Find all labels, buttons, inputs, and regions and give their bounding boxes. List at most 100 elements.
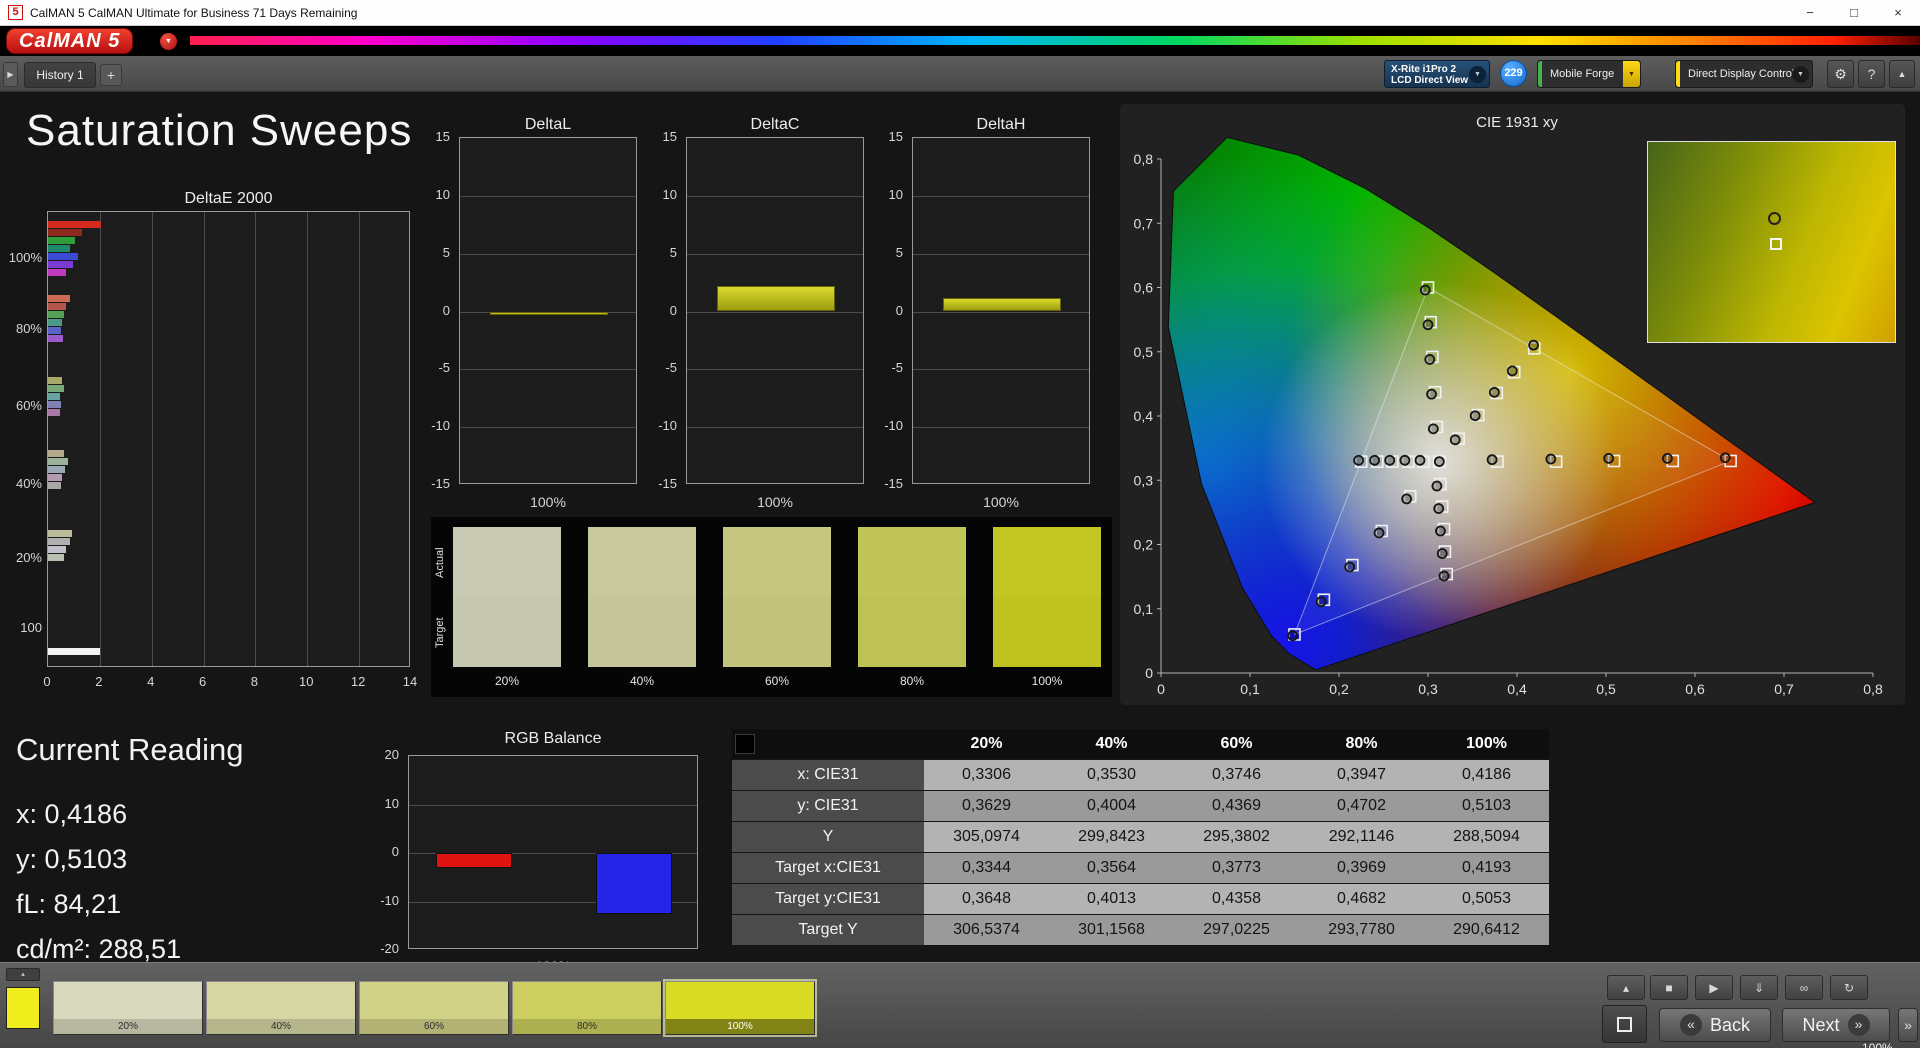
row-label: Target x:CIE31 <box>732 853 924 883</box>
delta-e-bar <box>48 538 71 545</box>
gridline <box>913 311 1089 313</box>
y-tick-label: 15 <box>435 129 450 144</box>
gridline <box>460 253 636 255</box>
table-value: 295,3802 <box>1174 822 1299 852</box>
source-selector[interactable]: Mobile Forge ▼ <box>1537 60 1641 88</box>
gridline <box>687 253 863 255</box>
patch-button-80%[interactable]: 80% <box>512 981 662 1035</box>
chevron-down-icon[interactable]: ▼ <box>1469 66 1486 83</box>
chevron-down-icon[interactable]: ▼ <box>1623 61 1640 87</box>
saturation-swatch <box>723 527 831 667</box>
swatch-label: 40% <box>629 674 655 688</box>
collapse-icon[interactable]: ▲ <box>1889 60 1915 88</box>
table-corner-cell <box>732 729 924 759</box>
row-label: Y <box>732 822 924 852</box>
maximize-button[interactable]: □ <box>1832 0 1876 26</box>
next-button[interactable]: Next » <box>1782 1008 1890 1042</box>
chart-title: DeltaL <box>524 116 572 133</box>
delta-e-bar <box>48 385 64 392</box>
patch-label: 20% <box>54 1019 202 1034</box>
current-reading: Current Reading x: 0,4186 y: 0,5103 fL: … <box>16 732 243 972</box>
x-tick-label: 2 <box>95 674 103 689</box>
stop-button[interactable] <box>1602 1005 1647 1043</box>
x-tick-label: 4 <box>147 674 155 689</box>
help-icon[interactable]: ? <box>1858 60 1885 88</box>
delta-e-bar <box>48 530 72 537</box>
delta-e-bar <box>48 377 63 384</box>
table-value: 0,3947 <box>1299 760 1424 790</box>
y-tick-label: 100 <box>20 620 42 635</box>
logo-dropdown-icon[interactable]: ▼ <box>160 33 177 50</box>
chevron-down-icon[interactable]: ▼ <box>1792 66 1809 83</box>
svg-text:0,2: 0,2 <box>1329 681 1349 697</box>
back-label: Back <box>1709 1014 1751 1035</box>
table-value: 290,6412 <box>1424 915 1549 945</box>
sidebar-expander-icon[interactable]: ▶ <box>3 62 18 87</box>
back-button[interactable]: « Back <box>1659 1008 1771 1042</box>
column-header: 40% <box>1095 735 1128 752</box>
table-header-row: 20% 40% 60% 80% 100% <box>732 729 1549 759</box>
display-accent <box>1676 61 1680 87</box>
overflow-chevron-icon[interactable]: » <box>1898 1008 1918 1042</box>
svg-text:0,6: 0,6 <box>1134 280 1154 296</box>
reading-fl: fL: 84,21 <box>16 889 122 919</box>
gridline <box>359 212 361 666</box>
window-title: CalMAN 5 CalMAN Ultimate for Business 71… <box>30 5 358 20</box>
delta-e-bar <box>48 221 102 228</box>
table-value: 0,3530 <box>1049 760 1174 790</box>
delta-e-bar <box>48 327 61 334</box>
add-tab-button[interactable]: + <box>100 64 122 86</box>
saturation-swatch <box>453 527 561 667</box>
settings-gear-icon[interactable]: ⚙ <box>1827 60 1854 88</box>
y-tick-label: 10 <box>435 186 450 202</box>
gridline <box>460 427 636 429</box>
close-button[interactable]: × <box>1876 0 1920 26</box>
row-label: Target y:CIE31 <box>732 884 924 914</box>
y-tick-label: 10 <box>662 186 677 202</box>
play-button[interactable]: ▶ <box>1695 975 1733 1000</box>
svg-text:0,3: 0,3 <box>1418 681 1438 697</box>
y-tick-label: 80% <box>15 321 42 336</box>
delta-bar <box>717 286 835 312</box>
refresh-button[interactable]: ↻ <box>1830 975 1868 1000</box>
table-value: 0,4193 <box>1424 853 1549 883</box>
y-tick-label: 20 <box>384 747 399 762</box>
patch-button-60%[interactable]: 60% <box>359 981 509 1035</box>
delta-bar <box>943 297 1061 312</box>
patch-button-40%[interactable]: 40% <box>206 981 356 1035</box>
loop-button[interactable]: ∞ <box>1785 975 1823 1000</box>
y-tick-label: -5 <box>891 360 903 376</box>
y-tick-label: -15 <box>431 476 450 491</box>
minimize-button[interactable]: − <box>1788 0 1832 26</box>
y-tick-label: 20% <box>15 550 42 565</box>
stop-button[interactable]: ■ <box>1650 975 1688 1000</box>
patch-button-20%[interactable]: 20% <box>53 981 203 1035</box>
column-header: 60% <box>1220 735 1253 752</box>
rgb-bar-blue <box>596 853 672 914</box>
meter-selector[interactable]: X-Rite i1Pro 2 LCD Direct View ▼ <box>1384 60 1490 88</box>
x-tick-label: 10 <box>299 674 314 689</box>
target-swatch <box>993 597 1101 667</box>
display-control-selector[interactable]: Direct Display Control ▼ <box>1675 60 1813 88</box>
target-swatch <box>723 597 831 667</box>
row-label: Target Y <box>732 915 924 945</box>
delta-e-bar <box>48 303 67 310</box>
gridline <box>151 212 153 666</box>
delta-h-plot <box>912 137 1090 484</box>
calman-logo: CalMAN 5 <box>6 28 134 54</box>
delta-e-plot <box>47 211 410 667</box>
chart-delta-h: DeltaH 100% 15 10 5 0 -5 -10 -15 <box>868 116 1113 516</box>
delta-e-bar <box>48 474 63 481</box>
target-row-label: Target <box>434 617 446 649</box>
patch-button-100%[interactable]: 100% <box>663 979 817 1037</box>
page-title: Saturation Sweeps <box>26 106 413 155</box>
table-row: Target x:CIE31 0,3344 0,3564 0,3773 0,3969 0,… <box>732 853 1549 883</box>
table-value: 0,5053 <box>1424 884 1549 914</box>
tab-history-1[interactable]: History 1 <box>24 62 96 88</box>
meter-count-badge: 229 <box>1500 60 1527 87</box>
y-tick-label: -5 <box>438 360 450 376</box>
panel-up-icon[interactable]: ▴ <box>1607 975 1645 1000</box>
save-button[interactable]: ⇓ <box>1740 975 1778 1000</box>
svg-text:0,8: 0,8 <box>1134 151 1154 167</box>
reading-y: y: 0,5103 <box>16 844 128 874</box>
